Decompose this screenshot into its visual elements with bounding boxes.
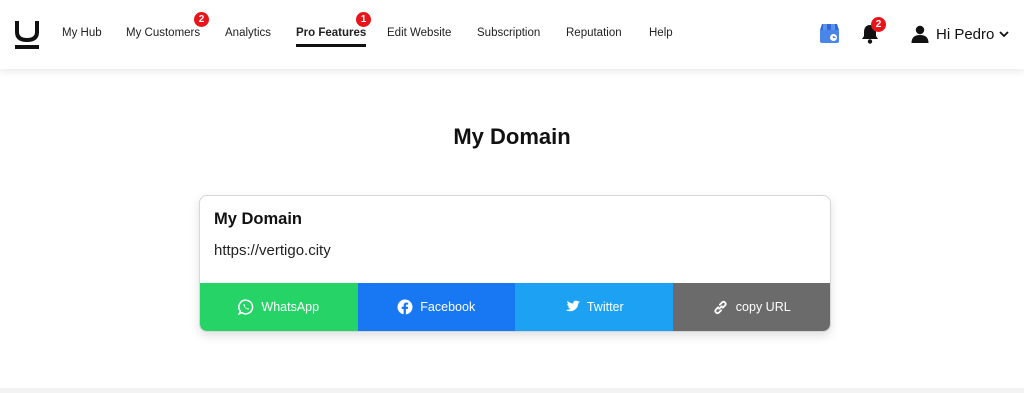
nav-edit-website[interactable]: Edit Website: [387, 27, 451, 39]
whatsapp-icon: [238, 299, 254, 315]
logo[interactable]: [15, 19, 39, 49]
facebook-label: Facebook: [420, 300, 476, 314]
domain-card: My Domain https://vertigo.city WhatsApp …: [199, 195, 831, 332]
copy-url-button[interactable]: copy URL: [672, 283, 830, 331]
user-menu[interactable]: Hi Pedro: [911, 23, 1009, 45]
nav-help[interactable]: Help: [649, 27, 673, 39]
active-tab-indicator: [296, 44, 367, 47]
my-customers-badge: 2: [194, 12, 209, 27]
card-title: My Domain: [214, 210, 303, 228]
nav-reputation[interactable]: Reputation: [566, 27, 622, 39]
footer-divider: [0, 388, 1024, 393]
nav-my-hub[interactable]: My Hub: [62, 27, 102, 39]
pro-features-badge: 1: [356, 12, 371, 27]
notifications-badge: 2: [871, 17, 886, 32]
facebook-icon: [397, 299, 413, 315]
user-greeting: Hi Pedro: [936, 25, 995, 43]
nav-my-customers[interactable]: My Customers 2: [126, 12, 209, 39]
link-icon: [714, 300, 727, 314]
twitter-icon: [565, 300, 580, 312]
share-buttons-row: WhatsApp Facebook Twitter copy URL: [200, 283, 830, 331]
share-whatsapp-button[interactable]: WhatsApp: [200, 283, 358, 331]
domain-url: https://vertigo.city: [214, 242, 331, 259]
copy-url-label: copy URL: [735, 300, 791, 314]
page-title: My Domain: [453, 124, 571, 149]
top-navigation-bar: My Hub My Customers 2 Analytics Pro Feat…: [0, 0, 1024, 69]
share-twitter-button[interactable]: Twitter: [515, 283, 673, 331]
google-business-icon[interactable]: [819, 23, 840, 44]
nav-my-customers-label: My Customers: [126, 27, 201, 39]
nav-pro-features[interactable]: Pro Features 1: [296, 12, 371, 47]
share-facebook-button[interactable]: Facebook: [357, 283, 515, 331]
nav-analytics[interactable]: Analytics: [225, 27, 271, 39]
user-icon: [911, 25, 929, 43]
whatsapp-label: WhatsApp: [261, 300, 320, 314]
chevron-down-icon: [999, 30, 1009, 37]
notifications-bell-icon[interactable]: 2: [861, 17, 886, 44]
nav-subscription[interactable]: Subscription: [477, 27, 540, 39]
nav-pro-features-label: Pro Features: [296, 27, 367, 39]
twitter-label: Twitter: [586, 300, 624, 314]
